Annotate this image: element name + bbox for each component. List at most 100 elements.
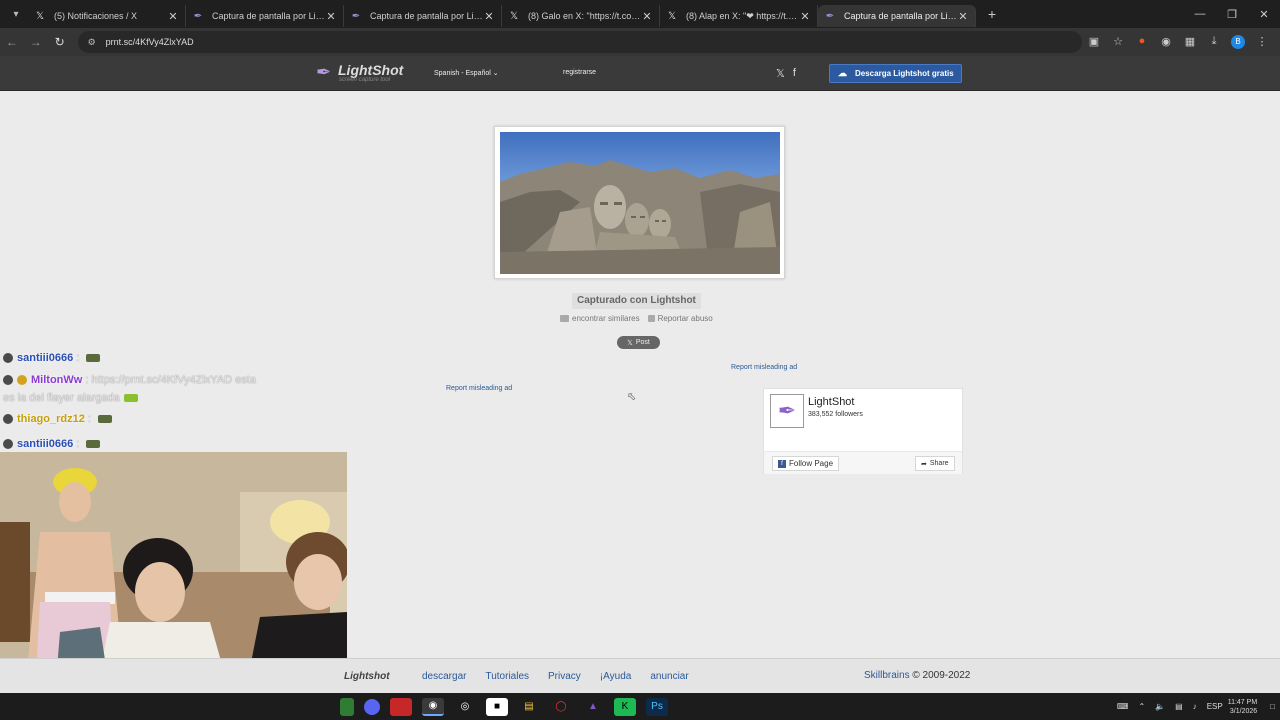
- language-selector[interactable]: Spanish - Español ⌄: [434, 69, 499, 77]
- download-cloud-icon: ☁: [838, 68, 847, 78]
- lightshot-logo[interactable]: ✒ LightShot screen capture tool: [316, 62, 403, 84]
- browser-tab[interactable]: 𝕏 (8) Galo en X: "https://t.co/kA5t ✕: [502, 5, 660, 27]
- restore-icon[interactable]: ❐: [1216, 8, 1248, 21]
- chat-emote-icon: [86, 440, 101, 449]
- forward-arrow-icon[interactable]: →: [24, 35, 48, 49]
- facebook-f-icon[interactable]: f: [793, 67, 796, 80]
- chevron-up-icon[interactable]: ⌃: [1138, 702, 1145, 711]
- extensions-puzzle-icon[interactable]: ▦: [1178, 35, 1202, 49]
- download-lightshot-button[interactable]: ☁ Descarga Lightshot gratis: [829, 64, 962, 83]
- user-badge-icon: [3, 375, 13, 386]
- photoshop-icon[interactable]: Ps: [646, 697, 668, 716]
- share-label: Share: [929, 460, 949, 467]
- close-tab-icon[interactable]: ✕: [167, 10, 179, 23]
- report-abuse-link[interactable]: Reportar abuso: [647, 314, 713, 323]
- footer-link-advertise[interactable]: anunciar: [650, 671, 688, 682]
- browser-tab-active[interactable]: ✒ Captura de pantalla por Lightshot ✕: [818, 5, 976, 27]
- language-label: Spanish - Español: [434, 70, 491, 77]
- clock[interactable]: 11:47 PM 3/1/2026: [1228, 698, 1257, 716]
- footer-links: descargar Tutoriales Privacy ¡Ayuda anun…: [422, 671, 689, 682]
- tab-title: Captura de pantalla por Lightshot: [844, 11, 957, 21]
- url-omnibox[interactable]: ⚙ prnt.sc/4KfVy4ZlxYAD: [77, 31, 1082, 53]
- lightshot-header: ✒ LightShot screen capture tool Spanish …: [0, 56, 1280, 91]
- webcam-video-frame: [0, 452, 347, 693]
- tab-title: Captura de pantalla por Lightshot: [370, 11, 483, 21]
- skillbrains-link[interactable]: Skillbrains: [864, 670, 910, 681]
- file-explorer-icon[interactable]: ▤: [518, 698, 540, 716]
- lightshot-page-avatar[interactable]: ✒: [770, 394, 804, 428]
- back-arrow-icon[interactable]: ←: [0, 35, 24, 49]
- bookmark-star-icon[interactable]: ☆: [1106, 35, 1130, 49]
- follow-page-button[interactable]: f Follow Page: [772, 456, 840, 471]
- footer-logo[interactable]: Lightshot: [344, 671, 390, 682]
- follow-page-label: Follow Page: [789, 459, 834, 468]
- minimize-icon[interactable]: —: [1184, 8, 1216, 21]
- obs-icon[interactable]: ◎: [454, 698, 476, 716]
- footer-link-privacy[interactable]: Privacy: [548, 671, 581, 682]
- x-post-button[interactable]: 𝕏 Post: [617, 336, 660, 349]
- register-link[interactable]: registrarse: [563, 69, 596, 76]
- opera-icon[interactable]: ◯: [550, 698, 572, 716]
- downloads-icon[interactable]: ⤓: [1202, 35, 1226, 49]
- share-button[interactable]: ➦ Share: [915, 456, 955, 471]
- profile-avatar[interactable]: B: [1231, 35, 1245, 49]
- close-window-icon[interactable]: ✕: [1248, 8, 1280, 21]
- keyboard-icon[interactable]: ⌨: [1117, 702, 1129, 711]
- tab-title: (8) Galo en X: "https://t.co/kA5t: [528, 11, 641, 21]
- footer-logo-text: Lightshot: [344, 671, 390, 682]
- lightshot-feather-icon: ✒: [316, 62, 332, 82]
- chat-text: https://prnt.sc/4KfVy4ZlxYAD esta: [91, 374, 256, 386]
- user-badge-icon: [3, 439, 13, 450]
- extension-icon[interactable]: ◉: [1154, 35, 1178, 49]
- spotify-icon[interactable]: [340, 697, 354, 716]
- footer-link-tutorials[interactable]: Tutoriales: [485, 671, 529, 682]
- kick-icon[interactable]: K: [614, 697, 636, 716]
- tab-search-chevron-icon[interactable]: ▾: [4, 4, 28, 24]
- chrome-icon[interactable]: ◉: [422, 697, 444, 716]
- input-language[interactable]: ESP: [1207, 702, 1223, 711]
- install-app-icon[interactable]: ▣: [1082, 35, 1106, 49]
- footer-link-download[interactable]: descargar: [422, 671, 466, 682]
- facebook-page-name[interactable]: LightShot: [808, 396, 854, 408]
- kebab-menu-icon[interactable]: ⋮: [1250, 35, 1274, 49]
- copyright-text: © 2009-2022: [912, 670, 971, 681]
- close-tab-icon[interactable]: ✕: [483, 10, 495, 23]
- report-misleading-ad-link[interactable]: Report misleading ad: [731, 364, 797, 371]
- close-tab-icon[interactable]: ✕: [325, 10, 337, 23]
- browser-tab-bar: ▾ 𝕏 (5) Notificaciones / X ✕ ✒ Captura d…: [0, 0, 1280, 28]
- browser-address-bar: ← → ↻ ⚙ prnt.sc/4KfVy4ZlxYAD ▣ ☆ ● ◉ ▦ ⤓…: [0, 28, 1280, 56]
- browser-tab[interactable]: ✒ Captura de pantalla por Lightshot ✕: [344, 5, 502, 27]
- browser-tab[interactable]: 𝕏 (8) Alap en X: "❤ https://t.co/3 ✕: [660, 5, 818, 27]
- close-tab-icon[interactable]: ✕: [641, 10, 653, 23]
- share-arrow-icon: ➦: [921, 460, 927, 468]
- app-icon[interactable]: [390, 697, 412, 716]
- facebook-widget-footer: f Follow Page ➦ Share: [764, 451, 962, 474]
- site-info-icon[interactable]: ⚙: [88, 37, 100, 48]
- network-icon[interactable]: ▤: [1175, 702, 1183, 711]
- notifications-icon[interactable]: □: [1270, 702, 1275, 711]
- screenshot-image[interactable]: [500, 132, 780, 274]
- speaker-icon[interactable]: ♪: [1193, 702, 1197, 711]
- find-similar-link[interactable]: encontrar similares: [560, 314, 640, 323]
- browser-tab[interactable]: ✒ Captura de pantalla por Lightshot ✕: [186, 5, 344, 27]
- download-button-label: Descarga Lightshot gratis: [855, 69, 954, 78]
- mouse-cursor-icon: ⬁: [627, 391, 637, 403]
- report-misleading-ad-link[interactable]: Report misleading ad: [446, 385, 512, 392]
- browser-tab[interactable]: 𝕏 (5) Notificaciones / X ✕: [28, 5, 186, 27]
- discord-icon[interactable]: [364, 698, 380, 715]
- app-icon[interactable]: ▲: [582, 698, 604, 716]
- x-logo-icon: 𝕏: [509, 10, 519, 22]
- reload-icon[interactable]: ↻: [48, 35, 72, 49]
- tab-title: (5) Notificaciones / X: [54, 11, 138, 21]
- user-badge-icon: [3, 414, 13, 425]
- app-icon[interactable]: ■: [486, 697, 508, 716]
- volume-icon[interactable]: 🔈: [1155, 702, 1165, 711]
- footer-link-help[interactable]: ¡Ayuda: [600, 671, 632, 682]
- extension-fox-icon[interactable]: ●: [1130, 35, 1154, 49]
- new-tab-plus-icon[interactable]: +: [982, 6, 1002, 22]
- twitter-bird-icon[interactable]: 𝕏: [776, 67, 785, 80]
- chat-emote-icon: [86, 354, 101, 363]
- close-tab-icon[interactable]: ✕: [799, 10, 811, 23]
- close-tab-icon[interactable]: ✕: [957, 10, 969, 23]
- lightshot-feather-icon: ✒: [825, 10, 835, 22]
